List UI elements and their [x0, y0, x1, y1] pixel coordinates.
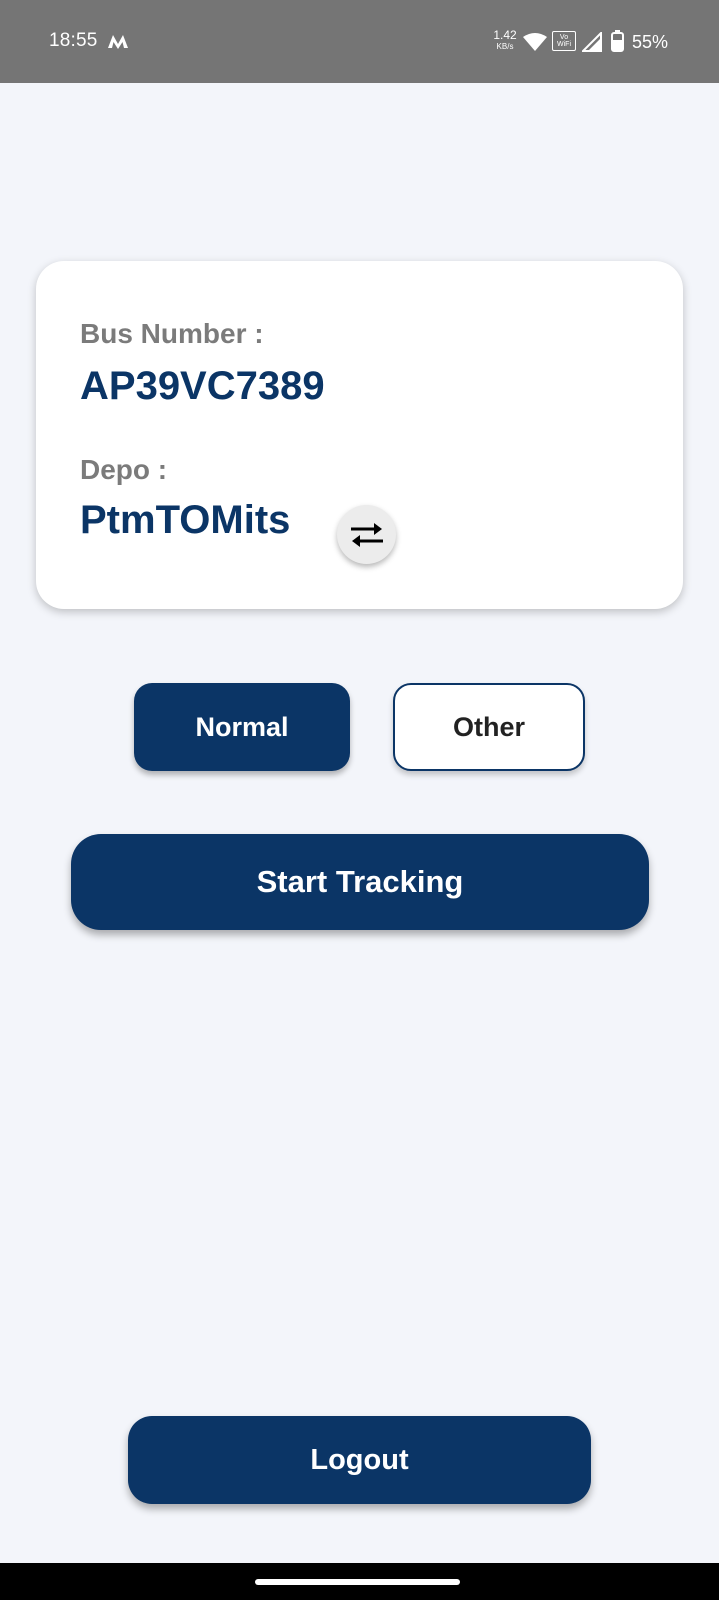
swap-depo-button[interactable]: [337, 505, 396, 564]
signal-icon: [582, 32, 602, 52]
bus-number-label: Bus Number :: [80, 318, 264, 349]
depo-label: Depo :: [80, 454, 168, 485]
vowifi-icon: Vo WiFi: [552, 31, 576, 51]
mode-normal-button[interactable]: Normal: [134, 683, 350, 771]
network-speed-value: 1.42: [493, 28, 517, 42]
status-bar: 18:55 1.42 KB/s Vo WiFi 55%: [0, 0, 719, 83]
vowifi-line1: Vo: [559, 34, 569, 41]
battery-icon: [611, 30, 624, 52]
swap-arrows-icon: [350, 522, 383, 547]
logout-button[interactable]: Logout: [128, 1416, 591, 1504]
network-speed: 1.42 KB/s: [490, 29, 520, 51]
bus-info-card: Bus Number : AP39VC7389 Depo : PtmTOMits: [36, 261, 683, 609]
vowifi-line2: WiFi: [557, 41, 571, 48]
home-indicator[interactable]: [255, 1579, 460, 1585]
mode-other-button[interactable]: Other: [393, 683, 585, 771]
m-notification-icon: [108, 35, 128, 49]
wifi-icon: [523, 33, 547, 51]
status-time: 18:55: [49, 30, 98, 51]
network-speed-unit: KB/s: [496, 42, 514, 51]
navigation-bar: [0, 1563, 719, 1600]
start-tracking-button[interactable]: Start Tracking: [71, 834, 649, 930]
depo-value: PtmTOMits: [80, 498, 291, 542]
bus-number-value: AP39VC7389: [80, 364, 325, 408]
battery-percent: 55%: [632, 32, 669, 52]
